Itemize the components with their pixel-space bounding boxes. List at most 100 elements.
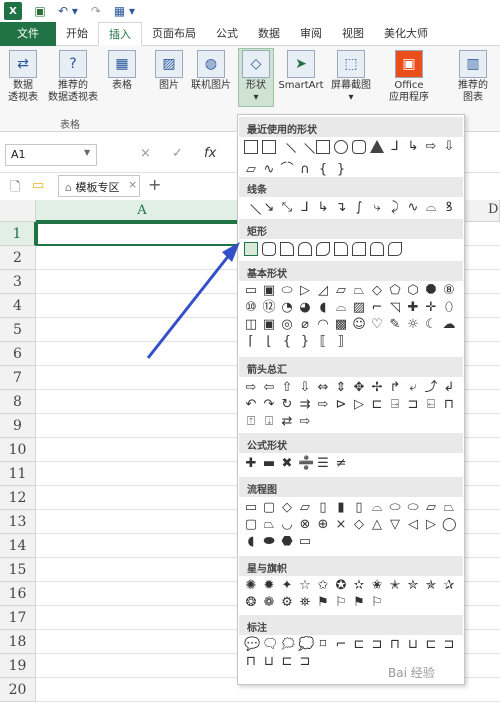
elbow-arrow-shape[interactable]: ↳ <box>406 140 420 154</box>
save-icon[interactable]: ▣ <box>32 2 48 20</box>
callouts-shape[interactable]: ⌐ <box>334 638 348 652</box>
row-header[interactable]: 8 <box>0 390 36 414</box>
tab-beautify[interactable]: 美化大师 <box>374 22 438 46</box>
column-header-d[interactable]: D <box>488 202 498 217</box>
customize-icon[interactable]: ▦ ▾ <box>114 2 135 20</box>
rectangle-shape[interactable] <box>244 242 258 256</box>
rounded-rectangle-shape[interactable] <box>262 242 276 256</box>
stars-shape[interactable]: ⚑ <box>352 596 366 610</box>
basic-shape[interactable]: ▭ <box>244 284 258 298</box>
tab-data[interactable]: 数据 <box>248 22 290 46</box>
select-all-corner[interactable] <box>0 200 36 222</box>
pivot-table-button[interactable]: ⇄ 数据 透视表 <box>4 50 42 104</box>
basic-shape[interactable]: ☁ <box>442 318 456 332</box>
elbow-double-arrow-shape[interactable]: ↴ <box>334 201 348 215</box>
stars-shape[interactable]: ❂ <box>244 596 258 610</box>
flow-shape[interactable]: ⏢ <box>442 501 456 515</box>
callouts-shape[interactable]: ⊔ <box>406 638 420 652</box>
basic-shape[interactable]: ◖ <box>316 301 330 315</box>
stars-shape[interactable]: ✦ <box>280 579 294 593</box>
curve-shape[interactable]: ∿ <box>262 163 276 177</box>
arrows-shape[interactable]: ⍐ <box>244 415 258 429</box>
minus-shape[interactable]: ▬ <box>262 457 276 471</box>
flow-shape[interactable]: ⬭ <box>406 501 420 515</box>
callouts-shape[interactable]: ⊏ <box>424 638 438 652</box>
line-shape[interactable] <box>277 143 297 163</box>
stars-shape[interactable]: ☆ <box>298 579 312 593</box>
flow-shape[interactable]: ◁ <box>406 518 420 532</box>
basic-shape[interactable]: ⏢ <box>352 284 366 298</box>
flow-shape[interactable]: ▱ <box>424 501 438 515</box>
recommended-pivot-button[interactable]: ? 推荐的 数据透视表 <box>44 50 102 104</box>
callouts-shape[interactable]: 💬 <box>244 638 260 652</box>
flow-shape[interactable]: ⌓ <box>370 501 384 515</box>
arc-shape[interactable]: ⌒ <box>280 163 294 177</box>
chevron-down-icon[interactable]: ▼ <box>84 148 90 157</box>
basic-shape[interactable]: ☾ <box>424 318 438 332</box>
freeform-shape[interactable]: ⌓ <box>424 201 438 215</box>
arrows-shape[interactable]: ⇄ <box>280 415 294 429</box>
close-icon[interactable]: × <box>128 178 137 191</box>
snip-round-rectangle-shape[interactable] <box>334 242 348 256</box>
add-tab-icon[interactable]: + <box>148 175 161 194</box>
row-header[interactable]: 9 <box>0 414 36 438</box>
row-header[interactable]: 18 <box>0 630 36 654</box>
arrows-shape[interactable]: ⇔ <box>316 381 330 395</box>
rectangle-shape[interactable] <box>316 140 330 154</box>
arrows-shape[interactable]: ⤴ <box>424 381 438 395</box>
basic-shape[interactable]: ◹ <box>388 301 402 315</box>
arrow-shape[interactable]: ↘ <box>262 201 276 215</box>
row-header[interactable]: 6 <box>0 342 36 366</box>
stars-shape[interactable]: ✮ <box>406 579 420 593</box>
arrows-shape[interactable]: ↷ <box>262 398 276 412</box>
table-button[interactable]: ▦ 表格 <box>106 50 138 92</box>
callouts-shape[interactable]: ⊔ <box>262 655 276 669</box>
stars-shape[interactable]: ✪ <box>334 579 348 593</box>
basic-shape[interactable]: ✛ <box>424 301 438 315</box>
callouts-shape[interactable]: 💭 <box>298 638 314 652</box>
flow-shape[interactable]: ◖ <box>244 535 258 549</box>
basic-shape[interactable]: ☼ <box>406 318 420 332</box>
basic-shape[interactable]: ▣ <box>262 318 276 332</box>
right-brace-shape[interactable]: } <box>334 163 348 177</box>
flow-shape[interactable]: ◇ <box>352 518 366 532</box>
callouts-shape[interactable]: ⊐ <box>298 655 312 669</box>
row-header[interactable]: 3 <box>0 270 36 294</box>
basic-shape[interactable]: ☺ <box>352 318 366 332</box>
row-header[interactable]: 19 <box>0 654 36 678</box>
stars-shape[interactable]: ❁ <box>262 596 276 610</box>
basic-shape[interactable]: ◕ <box>298 301 312 315</box>
recommended-chart-button[interactable]: ▥ 推荐的 图表 <box>454 50 492 104</box>
snip-same-side-rectangle-shape[interactable] <box>298 242 312 256</box>
arrows-shape[interactable]: ⍇ <box>424 398 438 412</box>
flow-shape[interactable]: ▭ <box>298 535 312 549</box>
tab-insert[interactable]: 插入 <box>98 22 142 46</box>
arrows-shape[interactable]: ⊐ <box>406 398 420 412</box>
arrows-shape[interactable]: ⇨ <box>244 381 258 395</box>
not-equal-shape[interactable]: ≠ <box>334 457 348 471</box>
row-header[interactable]: 15 <box>0 558 36 582</box>
stars-shape[interactable]: ✺ <box>244 579 258 593</box>
basic-shape[interactable]: ⌊ <box>262 335 276 349</box>
folder-icon[interactable]: ▭ <box>32 178 44 193</box>
arrows-shape[interactable]: ⊏ <box>370 398 384 412</box>
tab-formulas[interactable]: 公式 <box>206 22 248 46</box>
callouts-shape[interactable]: ⊐ <box>370 638 384 652</box>
callouts-shape[interactable]: 🗨 <box>262 638 279 652</box>
row-header[interactable]: 12 <box>0 486 36 510</box>
callouts-shape[interactable]: ⌑ <box>316 638 330 652</box>
stars-shape[interactable]: ✯ <box>424 579 438 593</box>
elbow-connector-shape[interactable]: ⅃ <box>388 140 402 154</box>
curved-arrow-shape[interactable]: ⤷ <box>370 201 384 215</box>
row-header[interactable]: 10 <box>0 438 36 462</box>
flow-shape[interactable]: ⊕ <box>316 518 330 532</box>
arrows-shape[interactable]: ⊓ <box>442 398 456 412</box>
undo-icon[interactable]: ↶ ▾ <box>58 2 78 20</box>
basic-shape[interactable]: ◿ <box>316 284 330 298</box>
enter-icon[interactable]: ✓ <box>172 146 183 161</box>
basic-shape[interactable]: ✎ <box>388 318 402 332</box>
curved-double-arrow-shape[interactable]: ⤸ <box>388 201 402 215</box>
stars-shape[interactable]: ✰ <box>442 579 456 593</box>
row-header[interactable]: 5 <box>0 318 36 342</box>
freeform-shape[interactable]: ∩ <box>298 163 312 177</box>
